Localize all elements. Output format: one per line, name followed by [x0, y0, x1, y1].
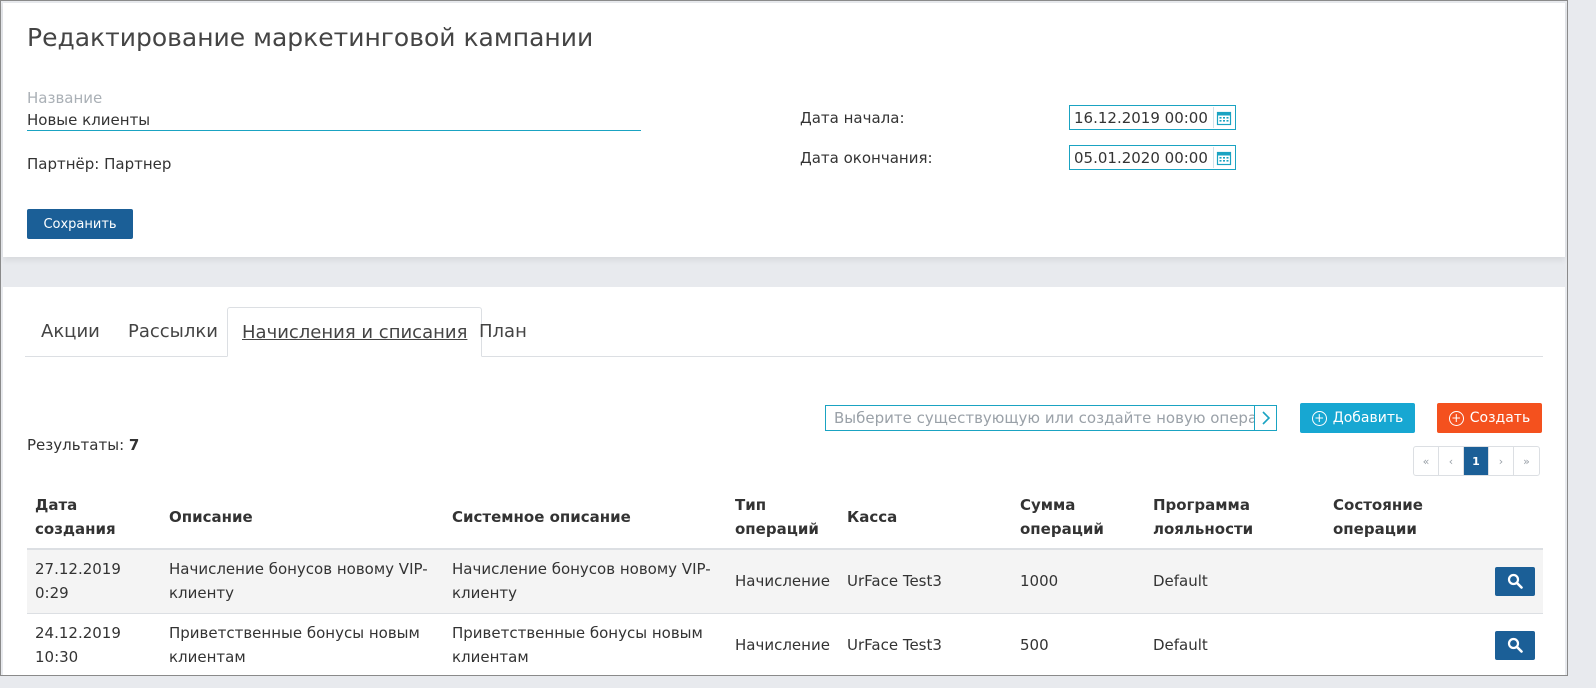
operations-table: Дата создания Описание Системное описани…	[27, 485, 1543, 675]
cell-system-description: Начисление бонусов новому VIP-клиенту	[444, 549, 727, 614]
pager-prev[interactable]: ‹	[1439, 447, 1464, 475]
campaign-edit-card: Редактирование маркетинговой кампании На…	[3, 3, 1565, 257]
cell-description: Приветственные бонусы новым клиентам	[161, 613, 444, 675]
tab-mailings[interactable]: Рассылки	[128, 307, 218, 357]
chevron-right-icon[interactable]	[1254, 406, 1276, 430]
cell-date: 27.12.2019 0:29	[27, 549, 161, 614]
col-header-amount[interactable]: Сумма операций	[1012, 485, 1145, 550]
cell-program: Default	[1145, 613, 1325, 675]
calendar-icon[interactable]	[1213, 107, 1234, 128]
cell-cashbox: UrFace Test3	[839, 613, 1012, 675]
cell-state	[1325, 549, 1485, 614]
partner-text: Партнёр: Партнер	[27, 155, 172, 173]
name-field[interactable]: Новые клиенты	[27, 111, 150, 129]
cell-amount: 1000	[1012, 549, 1145, 614]
pager-last[interactable]: »	[1514, 447, 1539, 475]
calendar-icon[interactable]	[1213, 147, 1234, 168]
plus-circle-icon: +	[1311, 410, 1327, 426]
tab-plan[interactable]: План	[479, 307, 527, 357]
results-number: 7	[128, 436, 140, 454]
view-button[interactable]	[1495, 566, 1535, 596]
create-button[interactable]: + Создать	[1437, 403, 1542, 433]
app-window: Редактирование маркетинговой кампании На…	[0, 0, 1568, 676]
col-header-program[interactable]: Программа лояльности	[1145, 485, 1325, 550]
cell-date: 24.12.2019 10:30	[27, 613, 161, 675]
add-button[interactable]: + Добавить	[1300, 403, 1415, 433]
operations-card: Акции Рассылки Начисления и списания Пла…	[3, 287, 1565, 675]
operation-search-placeholder: Выберите существующую или создайте новую…	[834, 409, 1277, 427]
tab-bar: Акции Рассылки Начисления и списания Пла…	[25, 307, 1543, 357]
col-header-description[interactable]: Описание	[161, 485, 444, 550]
pager-current-page[interactable]: 1	[1464, 447, 1489, 475]
col-header-created[interactable]: Дата создания	[27, 485, 161, 550]
cell-actions	[1485, 549, 1543, 614]
cell-type: Начисление	[727, 549, 839, 614]
table-row: 24.12.2019 10:30 Приветственные бонусы н…	[27, 613, 1543, 675]
col-header-type[interactable]: Тип операций	[727, 485, 839, 550]
start-date-field[interactable]: 16.12.2019 00:00	[1069, 105, 1236, 130]
cell-state	[1325, 613, 1485, 675]
tab-promotions[interactable]: Акции	[41, 307, 100, 357]
search-icon	[1507, 574, 1523, 590]
table-header-row: Дата создания Описание Системное описани…	[27, 485, 1543, 550]
results-count: Результаты: 7	[27, 436, 139, 454]
name-field-label: Название	[27, 89, 103, 107]
cell-program: Default	[1145, 549, 1325, 614]
col-header-system-description[interactable]: Системное описание	[444, 485, 727, 550]
cell-amount: 500	[1012, 613, 1145, 675]
plus-circle-icon: +	[1448, 410, 1464, 426]
start-date-value: 16.12.2019 00:00	[1074, 109, 1208, 127]
table-row: 27.12.2019 0:29 Начисление бонусов новом…	[27, 549, 1543, 614]
col-header-state[interactable]: Состояние операции	[1325, 485, 1485, 550]
save-button[interactable]: Сохранить	[27, 209, 133, 239]
results-label: Результаты:	[27, 436, 125, 454]
start-date-label: Дата начала:	[800, 109, 905, 127]
name-field-underline	[27, 130, 641, 131]
pager-first[interactable]: «	[1414, 447, 1439, 475]
pagination: « ‹ 1 › »	[1413, 446, 1540, 476]
tab-accruals[interactable]: Начисления и списания	[227, 307, 483, 357]
cell-cashbox: UrFace Test3	[839, 549, 1012, 614]
pager-next[interactable]: ›	[1489, 447, 1514, 475]
cell-type: Начисление	[727, 613, 839, 675]
view-button[interactable]	[1495, 630, 1535, 660]
cell-description: Начисление бонусов новому VIP-клиенту	[161, 549, 444, 614]
col-header-actions	[1485, 485, 1543, 550]
search-icon	[1507, 637, 1523, 653]
end-date-label: Дата окончания:	[800, 149, 933, 167]
end-date-field[interactable]: 05.01.2020 00:00	[1069, 145, 1236, 170]
operation-search-input[interactable]: Выберите существующую или создайте новую…	[825, 405, 1277, 431]
cell-system-description: Приветственные бонусы новым клиентам	[444, 613, 727, 675]
cell-actions	[1485, 613, 1543, 675]
col-header-cashbox[interactable]: Касса	[839, 485, 1012, 550]
create-button-label: Создать	[1469, 410, 1531, 426]
add-button-label: Добавить	[1332, 410, 1404, 426]
page-title: Редактирование маркетинговой кампании	[27, 23, 594, 52]
end-date-value: 05.01.2020 00:00	[1074, 149, 1208, 167]
